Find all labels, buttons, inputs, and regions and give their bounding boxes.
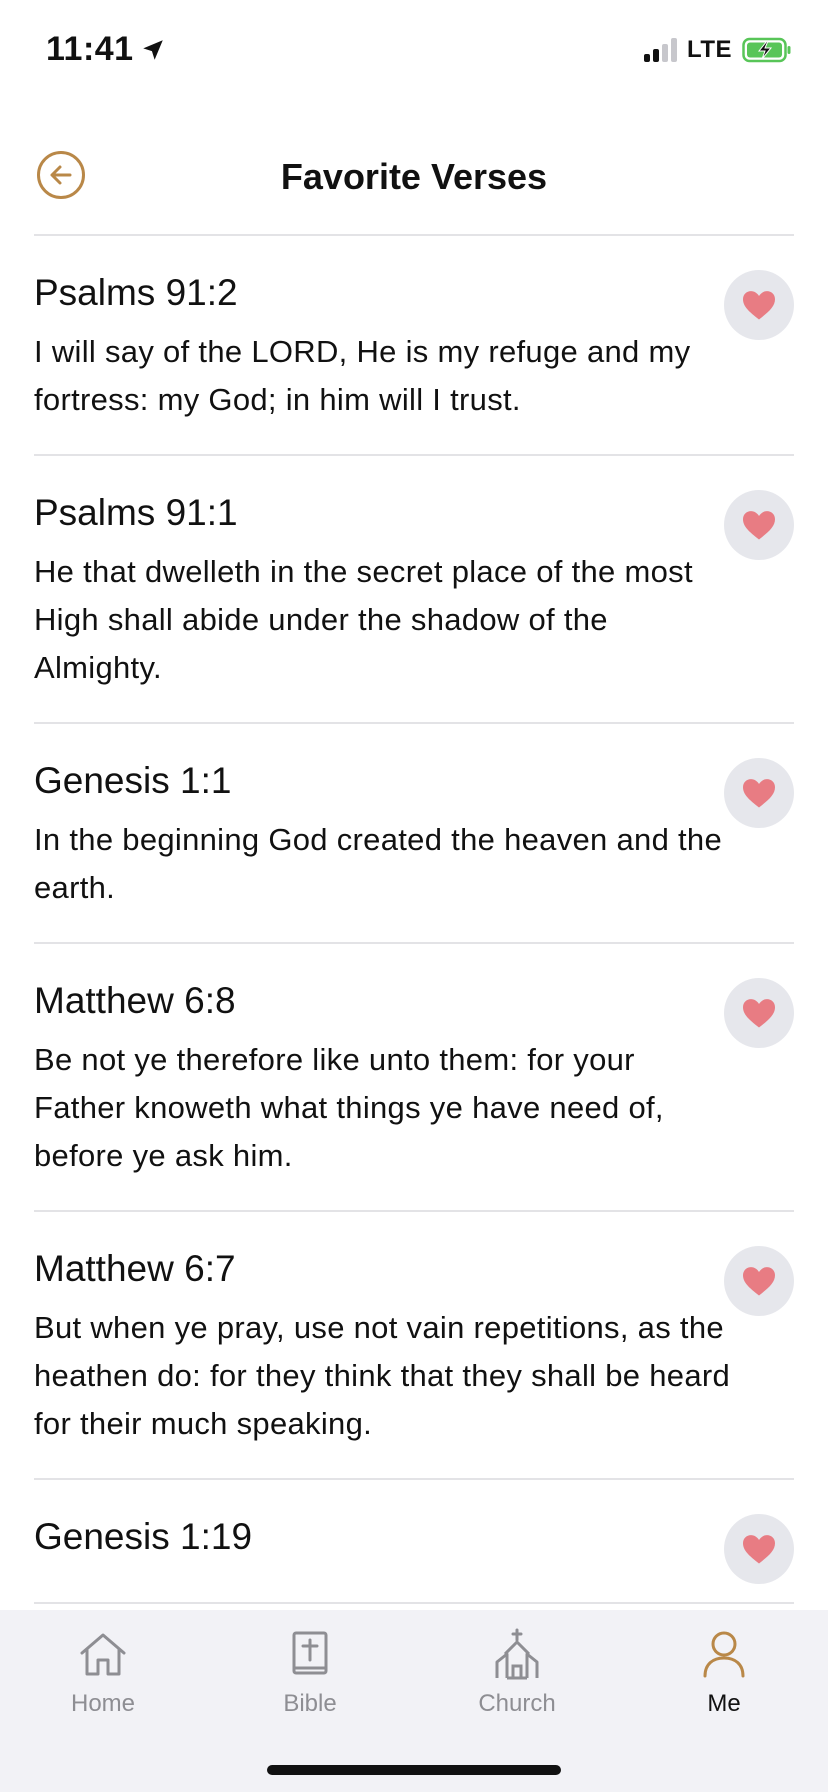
tab-label: Me <box>707 1690 741 1717</box>
tab-label: Church <box>478 1690 556 1717</box>
heart-icon <box>743 511 775 540</box>
tab-bible[interactable]: Bible <box>235 1626 385 1718</box>
verse-reference: Psalms 91:1 <box>34 492 238 533</box>
verse-item[interactable]: Matthew 6:7 But when ye pray, use not va… <box>34 1212 794 1480</box>
heart-icon <box>743 291 775 320</box>
unfavorite-button[interactable] <box>724 1514 794 1584</box>
bible-icon <box>292 1631 328 1675</box>
verse-item[interactable]: Matthew 6:8 Be not ye therefore like unt… <box>34 944 794 1212</box>
verse-reference: Matthew 6:7 <box>34 1248 236 1289</box>
tab-label: Home <box>70 1690 136 1717</box>
verse-text: In the beginning God created the heaven … <box>34 822 723 905</box>
heart-icon <box>743 1267 775 1296</box>
verse-text: Be not ye therefore like unto them: for … <box>34 1042 664 1173</box>
church-icon <box>495 1628 539 1680</box>
tab-home[interactable]: Home <box>28 1626 178 1718</box>
verse-item[interactable]: Genesis 1:19 <box>34 1480 794 1604</box>
tab-church[interactable]: Church <box>442 1626 592 1718</box>
verse-reference: Matthew 6:8 <box>34 980 236 1021</box>
verse-reference: Psalms 91:2 <box>34 272 238 313</box>
page-title: Favorite Verses <box>280 156 548 197</box>
status-bar: 11:41 LTE <box>0 0 828 100</box>
heart-icon <box>743 999 775 1028</box>
nav-header: Favorite Verses <box>0 130 828 235</box>
battery-charging-icon <box>742 37 791 63</box>
unfavorite-button[interactable] <box>724 490 794 560</box>
verse-reference: Genesis 1:19 <box>34 1516 253 1557</box>
verse-text: I will say of the LORD, He is my refuge … <box>34 334 691 417</box>
heart-icon <box>743 1535 775 1564</box>
verse-reference: Genesis 1:1 <box>34 760 232 801</box>
verse-item[interactable]: Psalms 91:1 He that dwelleth in the secr… <box>34 456 794 724</box>
cellular-signal-icon <box>643 38 677 62</box>
location-arrow-icon <box>142 39 163 60</box>
status-time: 11:41 <box>46 30 134 68</box>
unfavorite-button[interactable] <box>724 758 794 828</box>
home-indicator[interactable] <box>267 1765 561 1775</box>
network-type: LTE <box>686 36 732 63</box>
tab-label: Bible <box>283 1690 337 1717</box>
verse-item[interactable]: Genesis 1:1 In the beginning God created… <box>34 724 794 944</box>
person-icon <box>703 1631 745 1678</box>
status-indicators: LTE <box>643 36 792 64</box>
verse-text: But when ye pray, use not vain repetitio… <box>34 1310 731 1441</box>
favorite-verses-list[interactable]: Psalms 91:2 I will say of the LORD, He i… <box>34 236 794 1610</box>
home-icon <box>80 1633 126 1676</box>
unfavorite-button[interactable] <box>724 270 794 340</box>
verse-text: He that dwelleth in the secret place of … <box>34 554 693 685</box>
status-time-group: 11:41 <box>46 30 166 69</box>
unfavorite-button[interactable] <box>724 1246 794 1316</box>
heart-icon <box>743 779 775 808</box>
verse-item[interactable]: Psalms 91:2 I will say of the LORD, He i… <box>34 236 794 456</box>
tab-me[interactable]: Me <box>649 1626 799 1718</box>
unfavorite-button[interactable] <box>724 978 794 1048</box>
